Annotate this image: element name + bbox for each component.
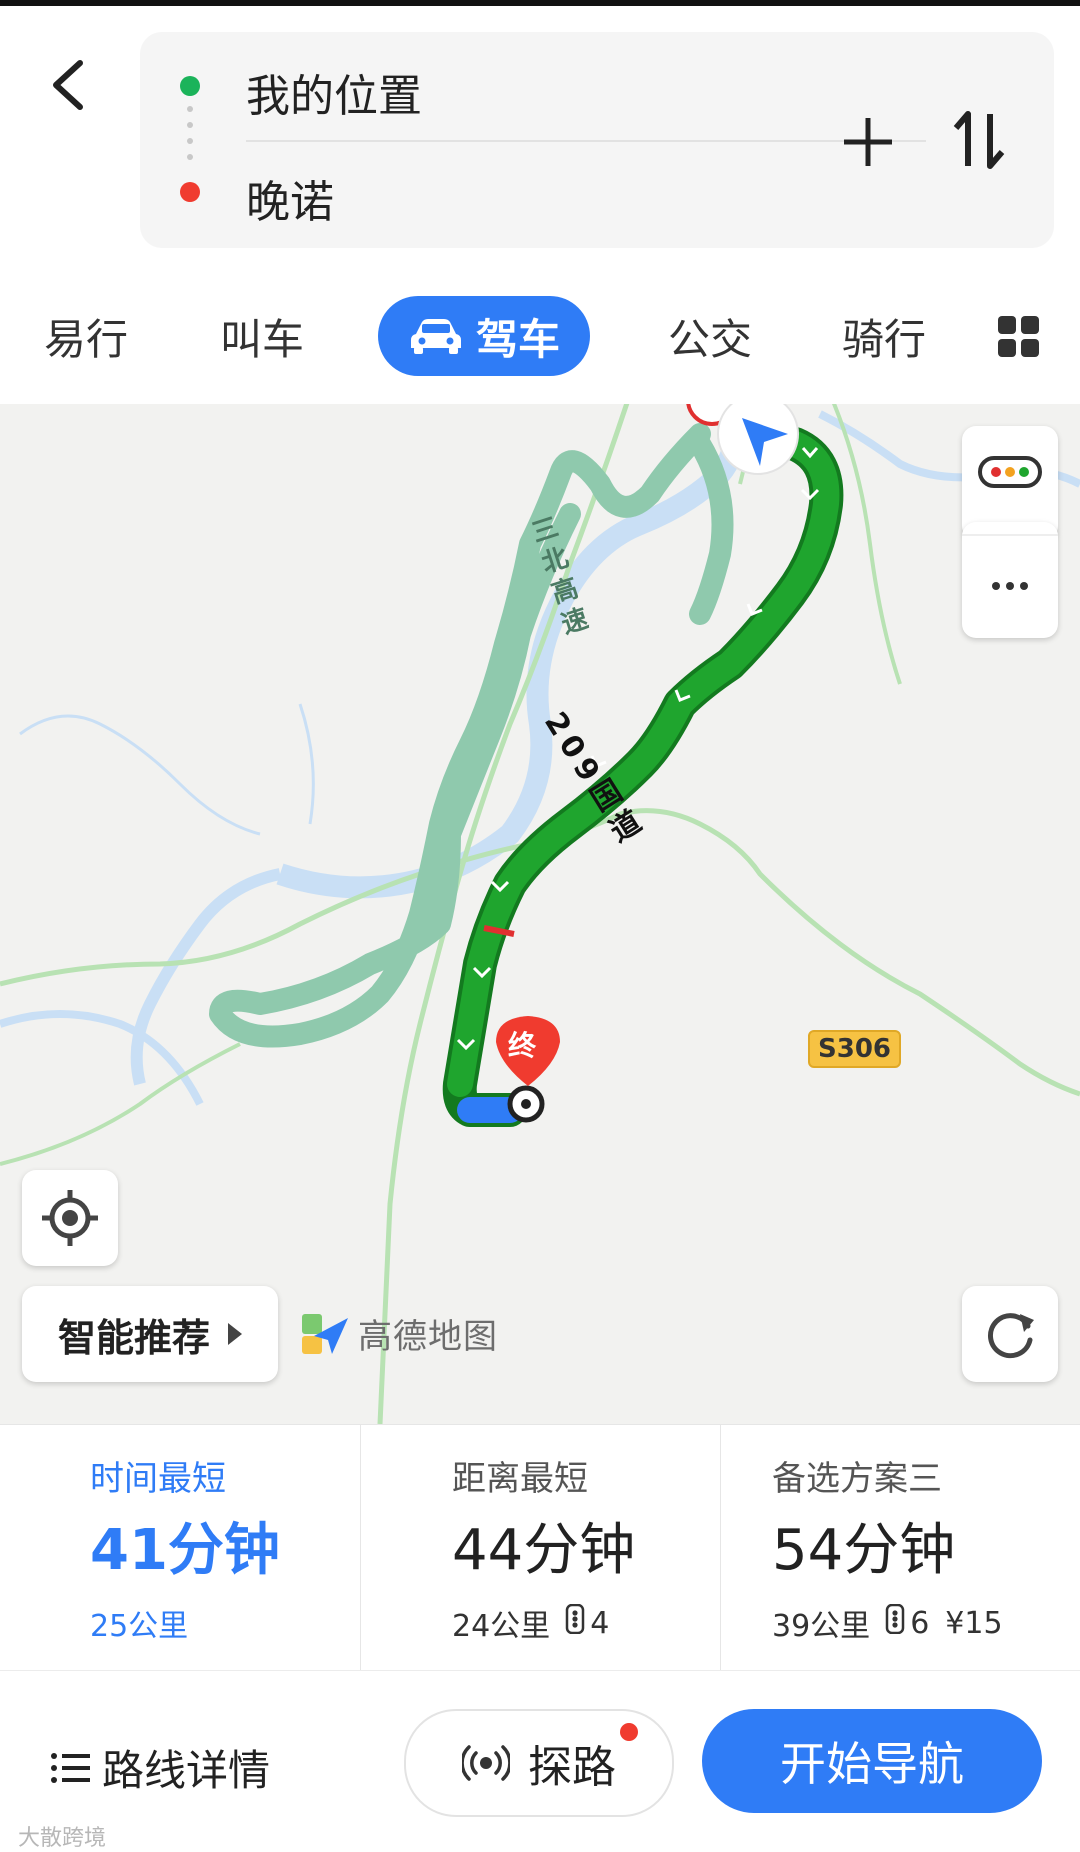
- option-distance: 39公里: [772, 1609, 871, 1644]
- plus-icon: [844, 118, 892, 166]
- field-divider: [246, 140, 926, 142]
- swap-arrows-icon: [953, 111, 1005, 169]
- notification-dot: [620, 1723, 638, 1741]
- bottom-action-bar: 路线详情 探路 开始导航: [0, 1670, 1080, 1851]
- tab-cycling[interactable]: 骑行: [842, 306, 926, 367]
- grid-icon: [998, 316, 1039, 357]
- swap-route-button[interactable]: [950, 108, 1010, 172]
- end-marker-label: 终: [508, 1029, 537, 1062]
- connector-dot: [187, 122, 193, 128]
- back-button[interactable]: [40, 50, 96, 120]
- option-title: 距离最短: [452, 1459, 588, 1499]
- route-options: 时间最短 41分钟 25公里 距离最短 44分钟 24公里 4 备选方案三 54…: [0, 1424, 1080, 1671]
- status-bar-edge: [0, 0, 1080, 6]
- origin-dot-icon: [180, 76, 200, 96]
- chevron-left-icon: [53, 60, 83, 110]
- tab-drive-label: 驾车: [475, 314, 560, 364]
- option-detail: 39公里 6 ¥15: [772, 1601, 1003, 1645]
- map-more-button[interactable]: [962, 522, 1058, 638]
- route-detail-label: 路线详情: [102, 1746, 271, 1795]
- amap-logo-text: 高德地图: [358, 1317, 498, 1357]
- option-distance: 25公里: [90, 1609, 189, 1644]
- tab-taxi[interactable]: 叫车: [220, 306, 304, 367]
- add-waypoint-button[interactable]: [838, 112, 898, 172]
- connector-dot: [187, 138, 193, 144]
- route-option-alternative[interactable]: 备选方案三 54分钟 39公里 6 ¥15: [720, 1425, 1080, 1671]
- tab-easy-travel[interactable]: 易行: [44, 306, 128, 367]
- start-navigation-button[interactable]: 开始导航: [702, 1709, 1042, 1813]
- option-detail: 24公里 4: [452, 1601, 609, 1645]
- option-light-count: 6: [910, 1605, 930, 1641]
- route-option-fastest[interactable]: 时间最短 41分钟 25公里: [0, 1425, 360, 1671]
- list-icon: [51, 1752, 90, 1783]
- origin-field[interactable]: 我的位置: [246, 60, 422, 124]
- connector-dot: [187, 154, 193, 160]
- end-label-container: [500, 612, 534, 646]
- refresh-route-button[interactable]: [962, 1286, 1058, 1382]
- refresh-icon: [988, 1313, 1034, 1359]
- route-option-shortest[interactable]: 距离最短 44分钟 24公里 4: [360, 1425, 720, 1671]
- destination-field[interactable]: 晚诺: [246, 166, 334, 230]
- tab-drive[interactable]: 驾车: [378, 296, 590, 376]
- more-modes-button[interactable]: [998, 316, 1040, 358]
- option-toll: ¥15: [945, 1605, 1003, 1641]
- provincial-road-badge: S306: [808, 1030, 901, 1068]
- smart-recommend-button[interactable]: 智能推荐: [22, 1286, 278, 1382]
- current-location-arrow-icon: [718, 404, 798, 474]
- traffic-lights-icon: [564, 1603, 586, 1642]
- option-title: 备选方案三: [772, 1459, 942, 1499]
- option-time: 54分钟: [772, 1518, 956, 1583]
- car-icon: [410, 319, 461, 354]
- explore-road-label: 探路: [528, 1742, 616, 1793]
- amap-logo: 高德地图: [302, 1309, 498, 1358]
- route-detail-button[interactable]: 路线详情: [50, 1737, 270, 1798]
- smart-recommend-label: 智能推荐: [58, 1315, 211, 1360]
- traffic-light-icon: [978, 456, 1042, 488]
- option-title: 时间最短: [90, 1459, 226, 1499]
- option-time: 44分钟: [452, 1518, 636, 1583]
- option-distance: 24公里: [452, 1609, 551, 1644]
- watermark: 大散跨境: [18, 1826, 107, 1851]
- map-view[interactable]: 终 三北高速 209国道 S306 智能推荐 高德地图: [0, 404, 1080, 1424]
- locate-me-button[interactable]: [22, 1170, 118, 1266]
- crosshair-icon: [42, 1190, 98, 1246]
- option-light-count: 4: [590, 1605, 610, 1641]
- connector-dot: [187, 106, 193, 112]
- control-divider: [962, 534, 1058, 536]
- tab-bus[interactable]: 公交: [668, 306, 752, 367]
- amap-logo-icon: [302, 1313, 348, 1354]
- more-dots-icon: [992, 582, 1028, 590]
- route-input-panel: 我的位置 晚诺: [140, 32, 1054, 248]
- traffic-lights-icon: [884, 1603, 906, 1642]
- option-time: 41分钟: [90, 1518, 280, 1583]
- destination-dot-icon: [180, 182, 200, 202]
- triangle-right-icon: [228, 1323, 243, 1345]
- broadcast-icon: [462, 1745, 510, 1781]
